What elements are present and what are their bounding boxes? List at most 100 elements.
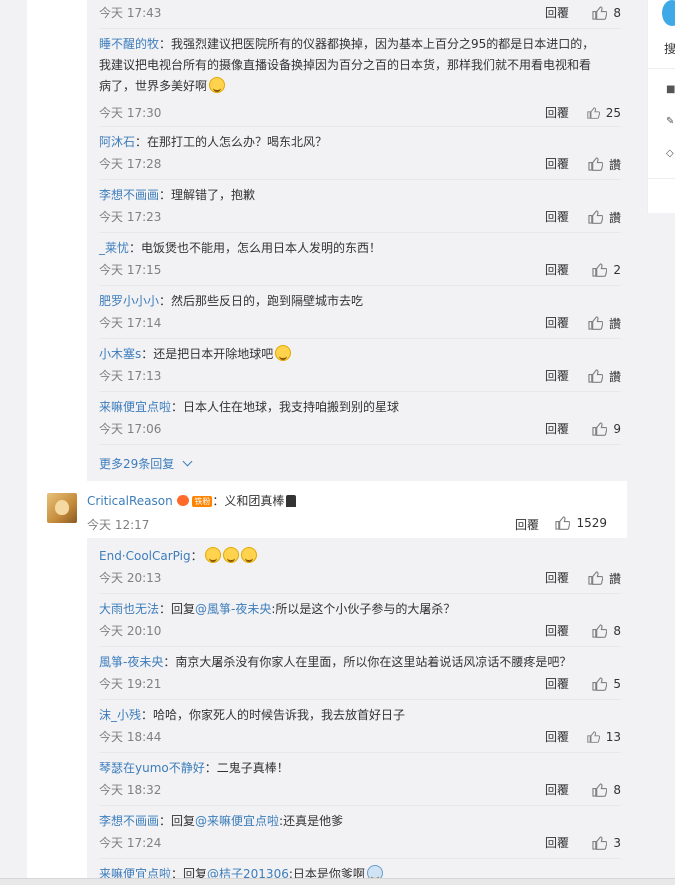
divider [99,28,621,29]
search-label[interactable]: 搜 [664,40,675,57]
reply-author[interactable]: 来嘛便宜点啦 [99,400,171,414]
mention-link[interactable]: @風箏-夜未央 [195,602,271,616]
like-button[interactable]: 8 [587,4,621,22]
reply-button[interactable]: 回覆 [545,104,569,121]
reply-button[interactable]: 回覆 [545,314,569,331]
like-button[interactable]: 讚 [587,367,621,385]
reply-text: ： [190,549,203,563]
reply-time: 今天 17:23 [99,210,162,224]
like-button[interactable]: 8 [587,622,621,640]
reply-author[interactable]: 小木塞s [99,347,141,361]
candle-icon [286,495,297,507]
comment-feed: 今天 17:43 回覆 8 睡不醒的牧：我强烈建议把医院所有的仪器都换掉，因为基… [27,0,634,885]
like-count: 讚 [608,210,621,225]
like-count: 8 [613,624,621,638]
thumbs-up-icon [588,157,603,171]
reply-time: 今天 17:13 [99,369,162,383]
reply-button[interactable]: 回覆 [545,834,569,851]
reply-author[interactable]: 肥罗小小小 [99,294,159,308]
thumbs-up-icon [588,369,603,383]
like-button[interactable]: 8 [587,781,621,799]
reply-author[interactable]: 阿沐石 [99,135,135,149]
comment-author[interactable]: CriticalReason [87,494,173,508]
like-count: 讚 [608,571,621,586]
reply-author[interactable]: 沫_小残 [99,708,141,722]
reply-button[interactable]: 回覆 [545,420,569,437]
like-button[interactable]: 2 [587,261,621,279]
like-button[interactable]: 9 [587,420,621,438]
reply-author[interactable]: 大雨也无法 [99,602,159,616]
reply-author[interactable]: _莱忧 [99,241,129,255]
like-button[interactable]: 讚 [587,569,621,587]
right-sidebar-card: 搜 ■ ✎ ◇ [647,0,675,213]
divider [99,338,621,339]
reply-author[interactable]: 李想不画画 [99,188,159,202]
list-item: 李想不画画：理解错了，抱歉 今天 17:23 回覆 讚 [99,185,621,225]
reply-time: 今天 20:10 [99,624,162,638]
like-button[interactable]: 5 [587,675,621,693]
list-item: 風箏-夜未央：南京大屠杀没有你家人在里面，所以你在这里站着说话风凉话不腰疼是吧？… [99,652,621,691]
reply-button[interactable]: 回覆 [545,208,569,225]
like-count: 5 [613,677,621,691]
like-button[interactable]: 13 [587,728,621,746]
reply-button[interactable]: 回覆 [545,569,569,586]
reply-button[interactable]: 回覆 [545,155,569,172]
thumbs-up-icon [588,210,603,224]
avatar[interactable] [47,493,77,523]
more-replies-link[interactable]: 更多29条回复 [99,455,193,472]
thumbs-up-icon [588,316,603,330]
reply-author[interactable]: 睡不醒的牧 [99,37,159,51]
list-item: _莱忧：电饭煲也不能用，怎么用日本人发明的东西！ 今天 17:15 回覆 2 [99,238,621,277]
reply-time: 今天 19:21 [99,677,162,691]
reply-time: 今天 20:13 [99,571,162,585]
thumbs-up-icon [555,516,571,530]
reply-time: 今天 18:44 [99,730,162,744]
like-button[interactable]: 1529 [555,516,607,530]
reply-author[interactable]: 琴瑟在yumo不静好 [99,761,205,775]
divider [99,699,621,700]
thumbs-up-icon [592,422,608,436]
reply-text: ：二鬼子真棒！ [204,761,289,775]
tag-icon[interactable]: ◇ [666,148,675,159]
briefcase-icon[interactable]: ■ [666,84,675,95]
thumbs-up-icon [592,6,608,20]
edit-icon[interactable]: ✎ [666,116,675,127]
reply-author[interactable]: 李想不画画 [99,814,159,828]
reply-button[interactable]: 回覆 [545,622,569,639]
list-item: 沫_小残：哈哈，你家死人的时候告诉我，我去放首好日子 今天 18:44 回覆 1… [99,705,621,744]
horizontal-scrollbar[interactable] [0,878,675,885]
like-button[interactable]: 讚 [587,314,621,332]
like-button[interactable]: 3 [587,834,621,852]
avatar[interactable] [662,0,675,26]
thumbs-up-icon [592,263,608,277]
like-button[interactable]: 25 [587,104,621,122]
divider [99,593,621,594]
list-item: 肥罗小小小：然后那些反日的，跑到隔壁城市去吃 今天 17:14 回覆 讚 [99,291,621,331]
like-count: 9 [613,422,621,436]
like-count: 13 [605,730,621,744]
reply-button[interactable]: 回覆 [545,728,569,745]
emoji-icon [209,77,226,93]
reply-button[interactable]: 回覆 [545,4,569,21]
mention-link[interactable]: @来嘛便宜点啦 [195,814,279,828]
reply-button[interactable]: 回覆 [545,675,569,692]
reply-time: 今天 18:32 [99,783,162,797]
like-count: 25 [605,106,621,120]
reply-author[interactable]: 風箏-夜未央 [99,655,163,669]
reply-button[interactable]: 回覆 [545,261,569,278]
reply-button[interactable]: 回覆 [545,367,569,384]
divider [648,178,675,179]
like-button[interactable]: 讚 [587,208,621,226]
list-item: End·CoolCarPig： 今天 20:13 回覆 讚 [99,546,621,586]
comment-text: ：义和团真棒 [212,494,285,508]
like-button[interactable]: 讚 [587,155,621,173]
reply-time: 今天 17:14 [99,316,162,330]
thumbs-up-icon [588,571,603,585]
reply-author[interactable]: End·CoolCarPig [99,549,191,563]
reply-text: ：南京大屠杀没有你家人在里面，所以你在这里站着说话风凉话不腰疼是吧？ [163,655,572,669]
thumbs-up-icon [587,107,600,119]
comment-time: 今天 12:17 [87,518,150,532]
reply-button[interactable]: 回覆 [515,516,539,533]
reply-button[interactable]: 回覆 [545,781,569,798]
list-item: 阿沐石：在那打工的人怎么办？喝东北风？ 今天 17:28 回覆 讚 [99,132,621,172]
